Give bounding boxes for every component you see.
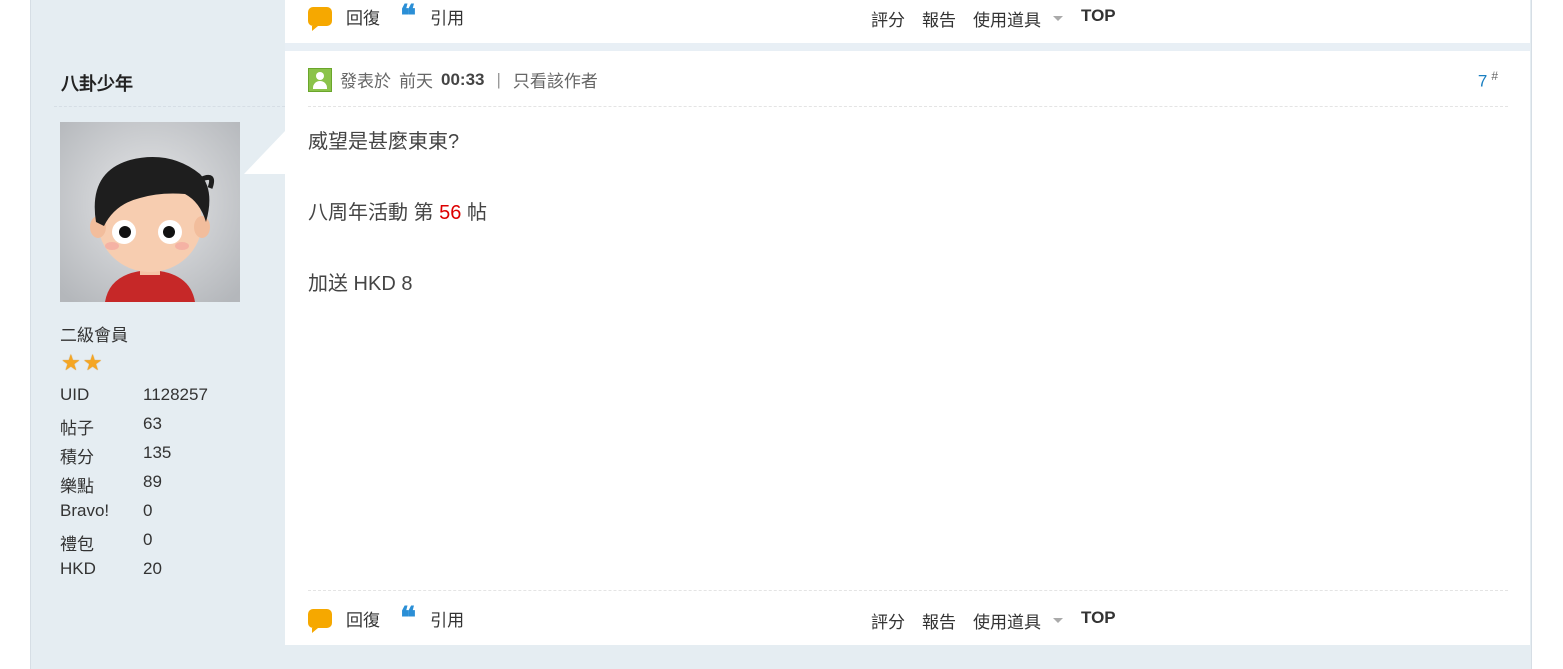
chevron-down-icon — [1053, 16, 1063, 21]
top-button[interactable]: TOP — [1081, 6, 1116, 26]
stat-bravo: Bravo! 0 — [60, 501, 208, 530]
report-button[interactable]: 報告 — [922, 608, 956, 633]
stat-label: 積分 — [60, 448, 94, 467]
post-panel: 發表於 前天 00:33 | 只看該作者 7 # 威望是甚麼東東? 八周年活動 第… — [285, 51, 1530, 645]
avatar-image — [60, 122, 240, 302]
use-tools-menu[interactable]: 使用道具 — [973, 608, 1063, 633]
quote-icon: ❝ — [400, 600, 417, 636]
rate-button[interactable]: 評分 — [871, 608, 905, 633]
top-label: TOP — [1081, 6, 1116, 25]
stat-value[interactable]: 63 — [143, 414, 162, 443]
rate-label: 評分 — [871, 613, 905, 632]
quote-button[interactable]: ❝ 引用 — [400, 0, 465, 34]
user-rank: 二級會員 — [60, 326, 128, 345]
stat-value: 135 — [143, 443, 172, 462]
floor-mark: # — [1491, 69, 1498, 83]
stat-label: UID — [60, 385, 90, 404]
stat-gift: 禮包 0 — [60, 530, 208, 559]
stat-posts: 帖子 63 — [60, 414, 208, 443]
reply-button[interactable]: 回復 — [308, 606, 380, 633]
username[interactable]: 八卦少年 — [61, 70, 133, 96]
use-tools-label: 使用道具 — [973, 613, 1041, 632]
reply-label: 回復 — [346, 611, 380, 630]
use-tools-label: 使用道具 — [973, 11, 1041, 30]
quote-label: 引用 — [430, 611, 465, 630]
quote-button[interactable]: ❝ 引用 — [400, 600, 465, 636]
post-actions-bottom: 回復 ❝ 引用 評分 報告 使用道具 TOP — [285, 600, 1530, 646]
stat-value[interactable]: 1128257 — [143, 385, 208, 414]
avatar[interactable] — [60, 122, 240, 302]
post-line: 八周年活動 第 56 帖 — [308, 196, 487, 225]
post-line: 加送 HKD 8 — [308, 273, 413, 295]
reply-icon — [308, 609, 332, 633]
stat-label: 樂點 — [60, 477, 94, 496]
report-label: 報告 — [922, 613, 956, 632]
stat-label: 禮包 — [60, 535, 94, 554]
post-content: 威望是甚麼東東? 八周年活動 第 56 帖 加送 HKD 8 — [308, 125, 487, 296]
divider — [308, 590, 1508, 591]
stat-label: 帖子 — [60, 419, 94, 438]
report-label: 報告 — [922, 11, 956, 30]
reply-label: 回復 — [346, 9, 380, 28]
post-line: 威望是甚麼東東? — [308, 131, 460, 153]
divider — [54, 106, 285, 107]
stat-uid: UID 1128257 — [60, 385, 208, 414]
post-separator — [285, 43, 1530, 51]
rate-button[interactable]: 評分 — [871, 6, 905, 31]
prev-post-footer: 回復 ❝ 引用 評分 報告 使用道具 TOP — [285, 0, 1530, 43]
stat-value: 0 — [143, 530, 153, 549]
top-button[interactable]: TOP — [1081, 608, 1116, 628]
report-button[interactable]: 報告 — [922, 6, 956, 31]
only-author-link[interactable]: 只看該作者 — [513, 67, 598, 92]
post-text: 帖 — [466, 202, 487, 224]
post-meta: 發表於 前天 00:33 | 只看該作者 — [308, 67, 598, 92]
star-icon: ★ — [82, 350, 103, 375]
reply-icon — [308, 7, 332, 31]
top-label: TOP — [1081, 608, 1116, 627]
posted-prefix: 發表於 — [340, 72, 391, 91]
post-actions-top: 回復 ❝ 引用 評分 報告 使用道具 TOP — [285, 0, 1530, 44]
star-icon: ★ — [61, 350, 81, 375]
stat-points: 積分 135 — [60, 443, 208, 472]
use-tools-menu[interactable]: 使用道具 — [973, 6, 1063, 31]
stat-value: 20 — [143, 559, 162, 578]
highlight-number: 56 — [439, 202, 462, 224]
post-text: 八周年活動 第 — [308, 202, 434, 224]
post-pointer — [244, 130, 286, 174]
quote-label: 引用 — [430, 9, 465, 28]
meta-separator: | — [496, 69, 501, 89]
stat-label: HKD — [60, 559, 96, 578]
divider — [308, 106, 1508, 107]
stat-label: Bravo! — [60, 501, 110, 520]
user-stats: UID 1128257 帖子 63 積分 135 樂點 89 Bravo! 0 禮包 0 H… — [60, 385, 208, 588]
floor-value: 7 — [1477, 71, 1488, 91]
posted-day: 前天 — [399, 72, 433, 91]
user-icon — [308, 67, 332, 92]
stat-lepoints: 樂點 89 — [60, 472, 208, 501]
reply-button[interactable]: 回復 — [308, 4, 380, 31]
stat-value: 0 — [143, 501, 153, 520]
stat-value: 89 — [143, 472, 162, 491]
floor-number[interactable]: 7 # — [1478, 69, 1498, 92]
chevron-down-icon — [1053, 618, 1063, 623]
posted-time: 00:33 — [441, 69, 485, 89]
rank-stars: ★ ★ — [61, 350, 103, 375]
stat-hkd: HKD 20 — [60, 559, 208, 588]
rate-label: 評分 — [871, 11, 905, 30]
quote-icon: ❝ — [400, 0, 417, 34]
